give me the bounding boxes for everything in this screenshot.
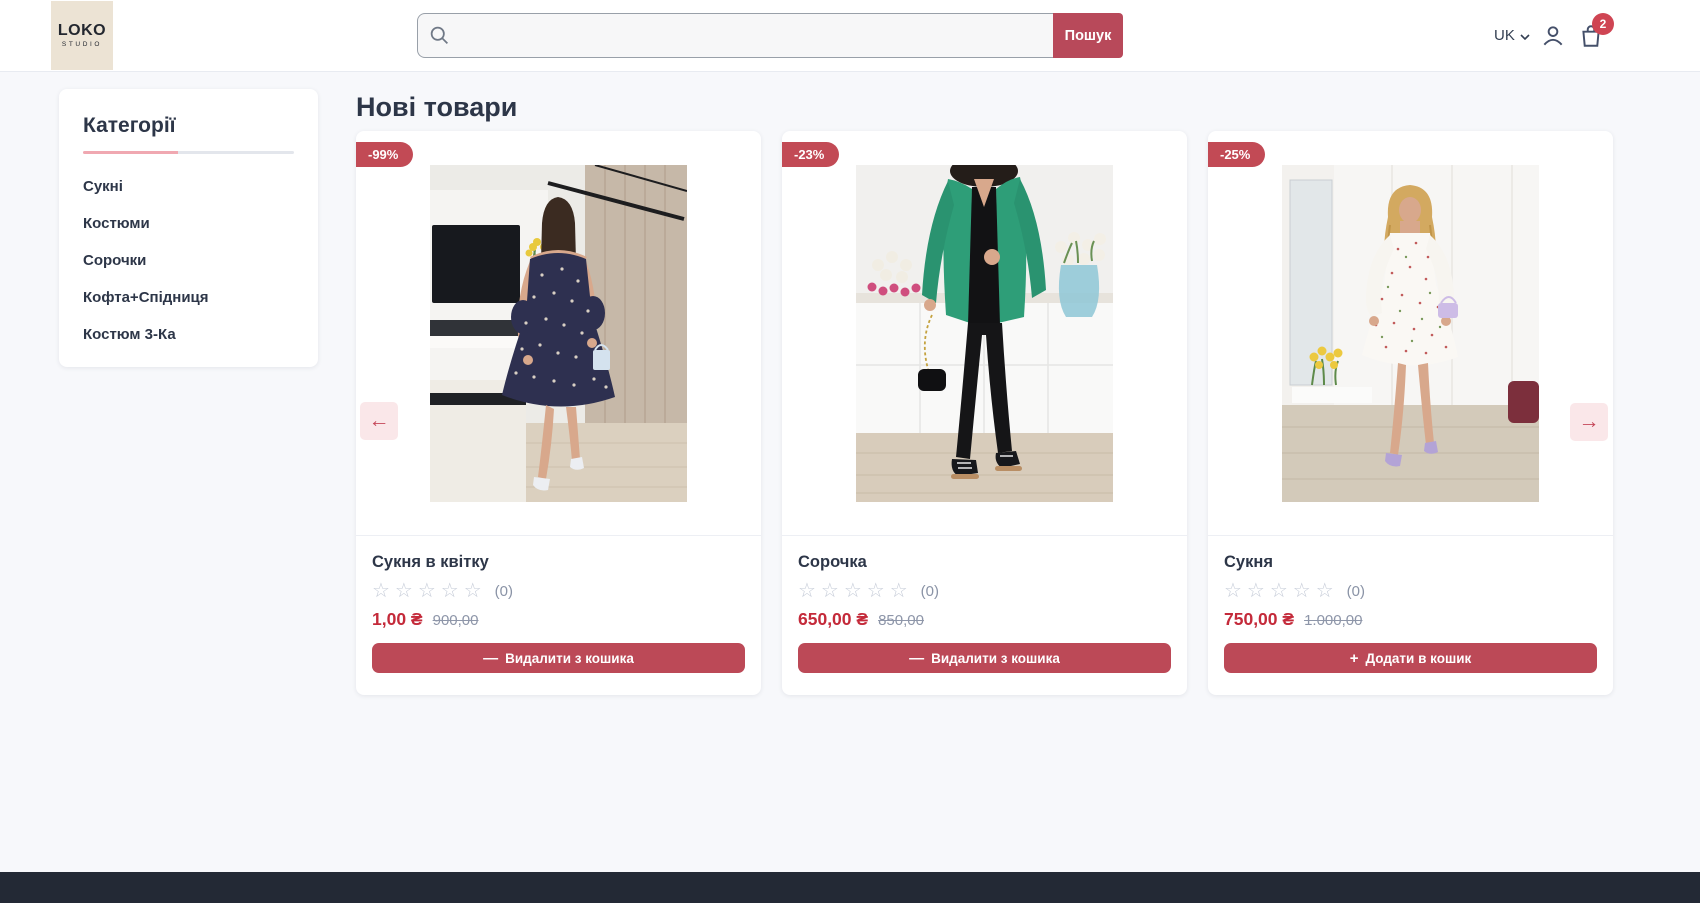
product-prices: 750,00 ₴ 1.000,00 (1224, 609, 1597, 630)
search-input[interactable] (417, 13, 1053, 58)
discount-badge: -99% (356, 142, 413, 167)
discount-badge: -23% (782, 142, 839, 167)
footer (0, 872, 1700, 903)
language-selector[interactable]: UK (1494, 0, 1530, 71)
chevron-down-icon (1520, 27, 1530, 44)
discount-badge: -25% (1208, 142, 1265, 167)
shopping-bag-icon (1578, 36, 1604, 53)
category-list: Сукні Костюми Сорочки Кофта+Спідниця Кос… (83, 168, 294, 353)
cart-button-label: Додати в кошик (1365, 651, 1471, 666)
product-card: -23% (782, 131, 1187, 695)
search-bar: Пошук (417, 13, 1123, 58)
category-item-kostiumy[interactable]: Костюми (83, 205, 294, 242)
product-card: -99% (356, 131, 761, 695)
product-name[interactable]: Сукня в квітку (372, 553, 745, 572)
current-price: 650,00 ₴ (798, 609, 868, 630)
carousel-next-button[interactable]: → (1570, 403, 1608, 441)
remove-from-cart-button[interactable]: — Видалити з кошика (798, 643, 1171, 673)
logo-title: LOKO (58, 23, 106, 39)
categories-title: Категорії (83, 114, 294, 138)
categories-divider (83, 151, 294, 154)
carousel-prev-button[interactable]: ← (360, 402, 398, 440)
plus-icon: + (1350, 651, 1359, 666)
arrow-left-icon: ← (369, 409, 390, 433)
product-rating: ☆☆☆☆☆ (0) (372, 581, 745, 601)
page-title: Нові товари (356, 92, 517, 123)
category-item-kostium-3ka[interactable]: Костюм 3-Ка (83, 316, 294, 353)
rating-count: (0) (1347, 583, 1365, 600)
product-info: Сукня ☆☆☆☆☆ (0) 750,00 ₴ 1.000,00 + Дода… (1208, 536, 1613, 673)
product-prices: 1,00 ₴ 900,00 (372, 609, 745, 630)
cart-button[interactable]: 2 (1578, 23, 1604, 49)
product-image[interactable] (1282, 165, 1539, 502)
star-icons: ☆☆☆☆☆ (798, 581, 913, 601)
rating-count: (0) (495, 583, 513, 600)
product-info: Сорочка ☆☆☆☆☆ (0) 650,00 ₴ 850,00 — Вида… (782, 536, 1187, 673)
page: LOKO STUDIO Пошук UK 2 (0, 0, 1700, 903)
remove-from-cart-button[interactable]: — Видалити з кошика (372, 643, 745, 673)
language-value: UK (1494, 27, 1515, 44)
product-name[interactable]: Сорочка (798, 553, 1171, 572)
product-name[interactable]: Сукня (1224, 553, 1597, 572)
product-prices: 650,00 ₴ 850,00 (798, 609, 1171, 630)
store-logo[interactable]: LOKO STUDIO (51, 1, 113, 70)
star-icons: ☆☆☆☆☆ (1224, 581, 1339, 601)
current-price: 750,00 ₴ (1224, 609, 1294, 630)
header: LOKO STUDIO Пошук UK 2 (0, 0, 1700, 72)
product-rating: ☆☆☆☆☆ (0) (1224, 581, 1597, 601)
user-icon (1540, 36, 1566, 53)
product-image[interactable] (430, 165, 687, 502)
search-button[interactable]: Пошук (1053, 13, 1123, 58)
category-item-kofta-spidnytsia[interactable]: Кофта+Спідниця (83, 279, 294, 316)
cart-button-label: Видалити з кошика (931, 651, 1060, 666)
product-card: -25% (1208, 131, 1613, 695)
star-icons: ☆☆☆☆☆ (372, 581, 487, 601)
rating-count: (0) (921, 583, 939, 600)
cart-count-badge: 2 (1592, 13, 1614, 35)
account-button[interactable] (1540, 23, 1566, 49)
category-item-sorochky[interactable]: Сорочки (83, 242, 294, 279)
product-image[interactable] (856, 165, 1113, 502)
arrow-right-icon: → (1579, 410, 1600, 434)
minus-icon: — (483, 651, 498, 666)
current-price: 1,00 ₴ (372, 609, 423, 630)
old-price: 850,00 (878, 612, 924, 629)
category-item-sukni[interactable]: Сукні (83, 168, 294, 205)
minus-icon: — (909, 651, 924, 666)
categories-panel: Категорії Сукні Костюми Сорочки Кофта+Сп… (59, 89, 318, 367)
old-price: 1.000,00 (1304, 612, 1362, 629)
product-rating: ☆☆☆☆☆ (0) (798, 581, 1171, 601)
cart-button-label: Видалити з кошика (505, 651, 634, 666)
logo-subtitle: STUDIO (62, 42, 102, 49)
old-price: 900,00 (433, 612, 479, 629)
add-to-cart-button[interactable]: + Додати в кошик (1224, 643, 1597, 673)
product-info: Сукня в квітку ☆☆☆☆☆ (0) 1,00 ₴ 900,00 —… (356, 536, 761, 673)
